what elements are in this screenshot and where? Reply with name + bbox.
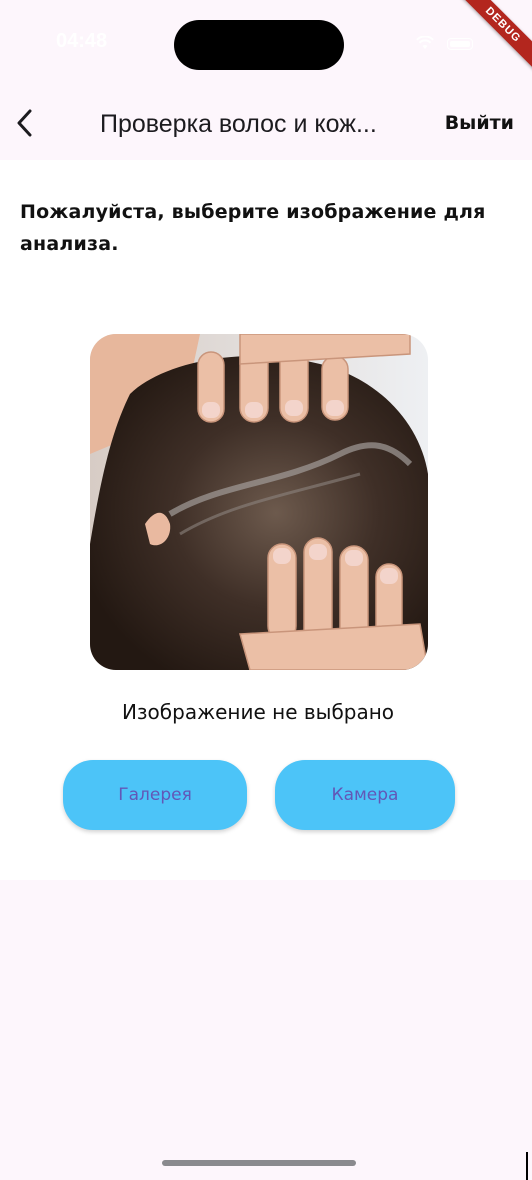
chevron-left-icon <box>17 109 32 137</box>
back-button[interactable] <box>10 102 40 144</box>
edge-mark <box>526 1152 528 1180</box>
instruction-text: Пожалуйста, выберите изображение для ана… <box>20 201 486 255</box>
app-bar: Проверка волос и кож... Выйти <box>0 92 532 160</box>
scalp-hair-photo <box>90 334 428 670</box>
debug-label: DEBUG <box>457 0 532 71</box>
dynamic-island <box>174 20 344 70</box>
page-title: Проверка волос и кож... <box>100 110 377 138</box>
status-time: 04:48 <box>56 30 108 52</box>
camera-button[interactable]: Камера <box>275 760 455 830</box>
no-image-selected-text: Изображение не выбрано <box>121 700 395 724</box>
home-indicator[interactable] <box>162 1160 356 1166</box>
main-content: Пожалуйста, выберите изображение для ана… <box>0 160 532 880</box>
gallery-button[interactable]: Галерея <box>63 760 247 830</box>
debug-banner: DEBUG <box>452 0 532 80</box>
wifi-icon <box>416 36 434 49</box>
logout-button[interactable]: Выйти <box>445 112 514 134</box>
hair-illustration <box>90 334 428 670</box>
